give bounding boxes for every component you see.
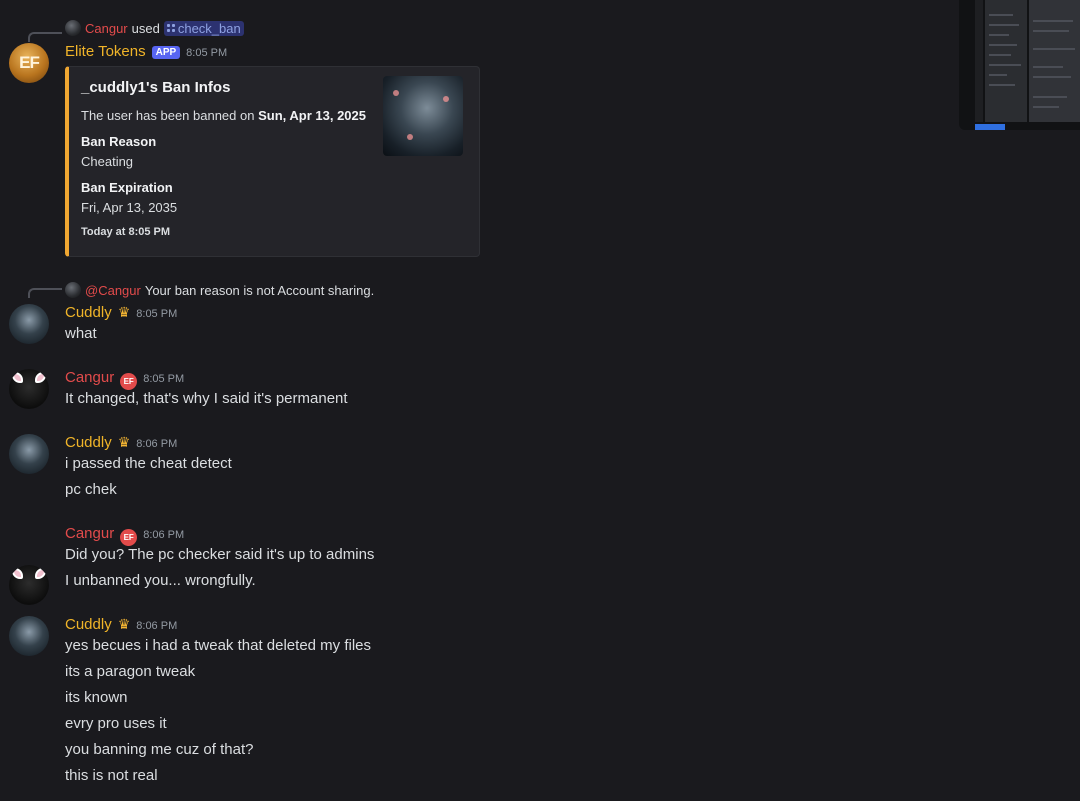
username[interactable]: Cuddly bbox=[65, 304, 112, 321]
preview-channel-list bbox=[985, 0, 1027, 122]
user-avatar[interactable] bbox=[9, 434, 49, 474]
command-chip[interactable]: check_ban bbox=[163, 20, 244, 36]
message-text: I unbanned you... wrongfully. bbox=[65, 572, 256, 589]
interaction-user[interactable]: Cangur bbox=[85, 21, 128, 36]
mini-avatar bbox=[65, 20, 81, 36]
embed-field-value: Fri, Apr 13, 2035 bbox=[81, 200, 178, 215]
message-header: Cuddly ♛ 8:05 PM bbox=[65, 304, 177, 321]
message-text: you banning me cuz of that? bbox=[65, 741, 254, 758]
message-text: what bbox=[65, 325, 97, 342]
embed-field-value: Cheating bbox=[81, 154, 134, 169]
embed-field-name: Ban Reason bbox=[81, 134, 157, 149]
reply-spine bbox=[28, 32, 62, 42]
message-text: pc chek bbox=[65, 481, 117, 498]
message-text: It changed, that's why I said it's perma… bbox=[65, 390, 348, 407]
interaction-reference[interactable]: Cangur used check_ban bbox=[65, 20, 244, 36]
embed-description-prefix: The user has been banned on bbox=[81, 108, 259, 123]
reply-spine bbox=[28, 288, 62, 298]
command-name: check_ban bbox=[177, 20, 241, 36]
crown-icon: ♛ bbox=[117, 434, 131, 450]
crown-icon: ♛ bbox=[117, 616, 131, 632]
message-text: this is not real bbox=[65, 767, 158, 784]
message-header: Cuddly ♛ 8:06 PM bbox=[65, 616, 177, 633]
bot-avatar-text: EF bbox=[19, 53, 40, 72]
message-text: its a paragon tweak bbox=[65, 663, 196, 680]
user-avatar[interactable] bbox=[9, 565, 49, 605]
embed-footer: Today at 8:05 PM bbox=[81, 226, 171, 238]
message-timestamp[interactable]: 8:06 PM bbox=[136, 438, 177, 450]
embed-field-name: Ban Expiration bbox=[81, 180, 173, 195]
message-timestamp[interactable]: 8:06 PM bbox=[143, 529, 184, 541]
user-avatar[interactable] bbox=[9, 304, 49, 344]
embed-thumbnail[interactable] bbox=[383, 76, 463, 156]
interaction-used-text: used bbox=[131, 20, 160, 36]
preview-server-list bbox=[975, 0, 983, 122]
ban-info-embed: _cuddly1's Ban Infos The user has been b… bbox=[65, 66, 480, 257]
reply-mention[interactable]: @Cangur bbox=[85, 283, 141, 298]
username[interactable]: Cangur bbox=[65, 369, 114, 386]
crown-icon: ♛ bbox=[117, 304, 131, 320]
embed-title: _cuddly1's Ban Infos bbox=[81, 79, 231, 96]
embed-ban-date: Sun, Apr 13, 2025 bbox=[258, 108, 366, 123]
message-timestamp[interactable]: 8:06 PM bbox=[136, 620, 177, 632]
preview-chat-area bbox=[1029, 0, 1080, 122]
reply-text: Your ban reason is not Account sharing. bbox=[144, 282, 375, 298]
message-text: yes becues i had a tweak that deleted my… bbox=[65, 637, 372, 654]
app-badge: APP bbox=[151, 46, 181, 59]
message-text: Did you? The pc checker said it's up to … bbox=[65, 546, 375, 563]
embed-description: The user has been banned on Sun, Apr 13,… bbox=[81, 108, 366, 123]
user-avatar[interactable] bbox=[9, 369, 49, 409]
stream-preview[interactable] bbox=[959, 0, 1080, 130]
mini-avatar bbox=[65, 282, 81, 298]
message-timestamp[interactable]: 8:05 PM bbox=[136, 308, 177, 320]
message-text: its known bbox=[65, 689, 128, 706]
message-timestamp[interactable]: 8:05 PM bbox=[143, 373, 184, 385]
bot-name[interactable]: Elite Tokens bbox=[65, 43, 146, 60]
user-avatar[interactable] bbox=[9, 616, 49, 656]
message-text: i passed the cheat detect bbox=[65, 455, 232, 472]
message-header: Cuddly ♛ 8:06 PM bbox=[65, 434, 177, 451]
message-timestamp[interactable]: 8:05 PM bbox=[186, 47, 227, 59]
username[interactable]: Cangur bbox=[65, 525, 114, 542]
reply-reference[interactable]: @Cangur Your ban reason is not Account s… bbox=[65, 282, 374, 298]
username[interactable]: Cuddly bbox=[65, 616, 112, 633]
preview-user-panel bbox=[975, 124, 1005, 130]
message-text: evry pro uses it bbox=[65, 715, 167, 732]
username[interactable]: Cuddly bbox=[65, 434, 112, 451]
slash-command-icon bbox=[166, 24, 175, 32]
bot-message-header: Elite Tokens APP 8:05 PM bbox=[65, 43, 227, 60]
bot-avatar[interactable]: EF bbox=[9, 43, 49, 83]
